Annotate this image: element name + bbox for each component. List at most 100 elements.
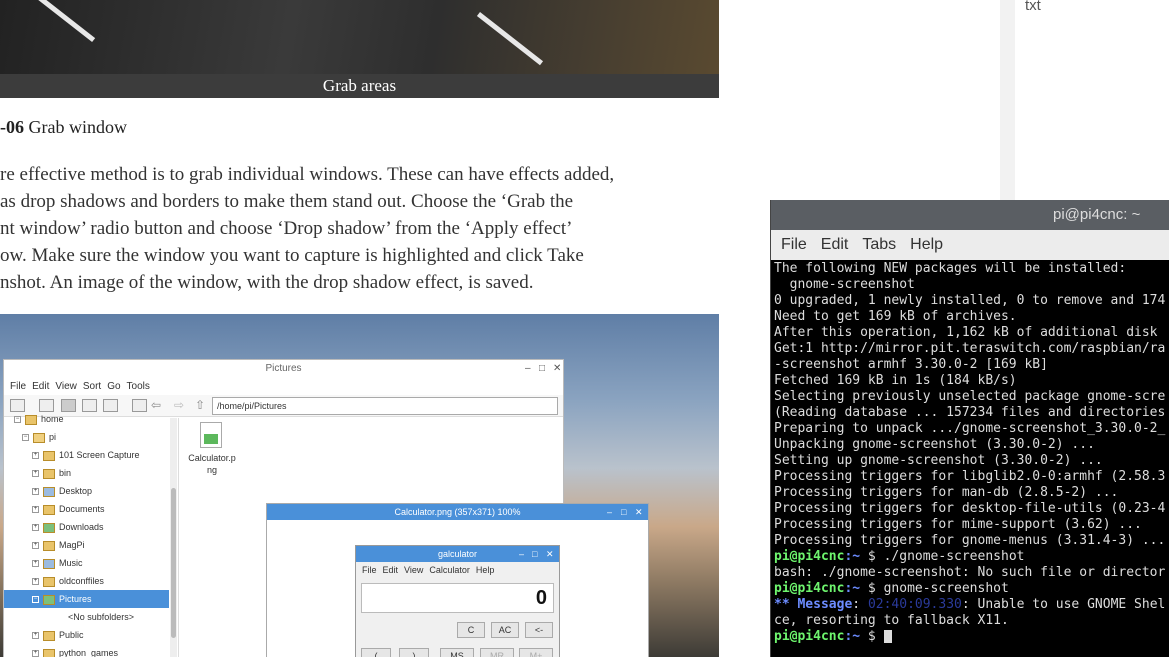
menu-file[interactable]: File [781,230,807,260]
prompt-command: $ [860,629,884,644]
paragraph-line: nshot. An image of the window, with the … [0,272,534,293]
terminal-line: Fetched 169 kB in 1s (184 kB/s) [774,373,1169,389]
paragraph-line: as drop shadows and borders to make them… [0,191,574,212]
screenshot-image: Pictures – □ ✕ File Edit View Sort Go Tools ⇦… [0,314,719,657]
minimize-icon: – [525,363,531,374]
terminal-line: After this operation, 1,162 kB of additi… [774,325,1169,341]
terminal-text: Get:1 http://mirror.pit.teraswitch.com/r… [774,341,1166,356]
tree-scrollbar [170,418,177,657]
terminal-text: bash: ./gnome-screenshot: No such file o… [774,565,1166,580]
calculator-display: 0 [361,583,554,613]
terminal-window[interactable]: pi@pi4cnc: ~ File Edit Tabs Help The follow… [770,200,1169,657]
prompt-path: :~ [844,629,861,644]
terminal-line: 0 upgraded, 1 newly installed, 0 to remo… [774,293,1169,309]
close-icon: ✕ [546,549,554,559]
terminal-line: The following NEW packages will be insta… [774,261,1169,277]
tree-item: + Documents [32,504,105,515]
menu-sort: Sort [82,381,102,392]
terminal-line: pi@pi4cnc:~ $ [774,629,1169,645]
paragraph-line: re effective method is to grab individua… [0,164,615,185]
tree-item: <No subfolders> [68,612,135,622]
menu-go: Go [107,381,121,392]
memory-recall-button: MR [480,648,514,657]
memory-add-button: M+ [519,648,553,657]
terminal-line: Processing triggers for mime-support (3.… [774,517,1169,533]
terminal-line: -screenshot armhf 3.30.0-2 [169 kB] [774,357,1169,373]
terminal-text: The following NEW packages will be insta… [774,261,1127,276]
terminal-line: Processing triggers for desktop-file-uti… [774,501,1169,517]
forward-icon: ⇨ [174,398,185,412]
close-paren-button: ) [399,648,429,657]
step-number: -06 [0,117,24,137]
terminal-text: gnome-screenshot [774,277,915,292]
folder-tree: − home − pi +101 Screen Capture + bin + Desk… [4,414,179,657]
prompt-user: pi@pi4cnc [774,581,845,596]
file-name: Calculator.p ng [188,453,236,475]
tree-item: + MagPi [32,540,85,551]
text-cursor [883,630,892,643]
tree-item: + Music [32,558,83,569]
terminal-line: Setting up gnome-screenshot (3.30.0-2) .… [774,453,1169,469]
terminal-line: Preparing to unpack .../gnome-screenshot… [774,421,1169,437]
menu-help[interactable]: Help [910,230,943,260]
menu-file: File [362,565,377,575]
tree-item: + python_games [32,648,119,657]
terminal-text: Processing triggers for gnome-menus (3.3… [774,533,1166,548]
minimize-icon: – [519,549,525,559]
terminal-line: Processing triggers for gnome-menus (3.3… [774,533,1169,549]
paragraph-line: ow. Make sure the window you want to cap… [0,245,584,266]
terminal-title[interactable]: pi@pi4cnc: ~ [771,200,1169,230]
tree-item: − home [14,414,64,425]
menu-help: Help [475,565,495,575]
tree-item: + bin [32,468,72,479]
prompt-user: pi@pi4cnc [774,549,845,564]
menu-view: View [55,381,77,392]
clear-button: C [457,622,485,638]
terminal-line: bash: ./gnome-screenshot: No such file o… [774,565,1169,581]
file-manager-menubar: File Edit View Sort Go Tools [4,378,563,395]
terminal-text: Fetched 169 kB in 1s (184 kB/s) [774,373,1017,388]
maximize-icon: □ [532,549,538,559]
menu-edit[interactable]: Edit [821,230,849,260]
terminal-text: Processing triggers for mime-support (3.… [774,517,1142,532]
prompt-path: :~ [844,549,861,564]
message-sep: : [852,597,868,612]
minimize-icon: – [607,507,613,517]
terminal-line: Need to get 169 kB of archives. [774,309,1169,325]
terminal-text: Need to get 169 kB of archives. [774,309,1017,324]
terminal-text: Setting up gnome-screenshot (3.30.0-2) .… [774,453,1103,468]
message-timestamp: 02:40:09.330 [867,597,962,612]
prompt-user: pi@pi4cnc [774,629,845,644]
terminal-line: gnome-screenshot [774,277,1169,293]
file-manager-title: Pictures [4,360,563,378]
tree-item: + Public [32,630,84,641]
terminal-line: Unpacking gnome-screenshot (3.30.0-2) ..… [774,437,1169,453]
tree-item: − pi [22,432,57,443]
image-caption: Grab areas [0,74,719,98]
terminal-text: Processing triggers for man-db (2.8.5-2)… [774,485,1119,500]
terminal-text: Preparing to unpack .../gnome-screenshot… [774,421,1166,436]
terminal-line: Processing triggers for man-db (2.8.5-2)… [774,485,1169,501]
terminal-line: ** Message: 02:40:09.330: Unable to use … [774,597,1169,613]
page: Grab areas -06 Grab window re effective … [0,0,1169,657]
menu-view: View [404,565,424,575]
terminal-output[interactable]: The following NEW packages will be insta… [774,261,1169,657]
column-divider [1000,0,1015,200]
backspace-button: <- [525,622,553,638]
prompt-command: $ ./gnome-screenshot [860,549,1025,564]
message-label: ** Message [774,597,853,612]
terminal-line: Get:1 http://mirror.pit.teraswitch.com/r… [774,341,1169,357]
up-icon: ⇧ [195,398,206,412]
all-clear-button: AC [491,622,519,638]
close-icon: ✕ [553,363,562,374]
tree-item-selected: − Pictures [4,590,169,608]
terminal-menubar: File Edit Tabs Help [771,230,1169,260]
step-heading: -06 Grab window [0,117,127,138]
calculator-window: galculator – □ ✕ File Edit View Calculator H… [355,545,560,657]
image-file-icon [200,422,222,448]
sidebar-label: txt [1025,0,1041,14]
tree-item: + oldconffiles [32,576,104,587]
terminal-text: -screenshot armhf 3.30.0-2 [169 kB] [774,357,1048,372]
terminal-text: 0 upgraded, 1 newly installed, 0 to remo… [774,293,1166,308]
menu-tabs[interactable]: Tabs [862,230,896,260]
